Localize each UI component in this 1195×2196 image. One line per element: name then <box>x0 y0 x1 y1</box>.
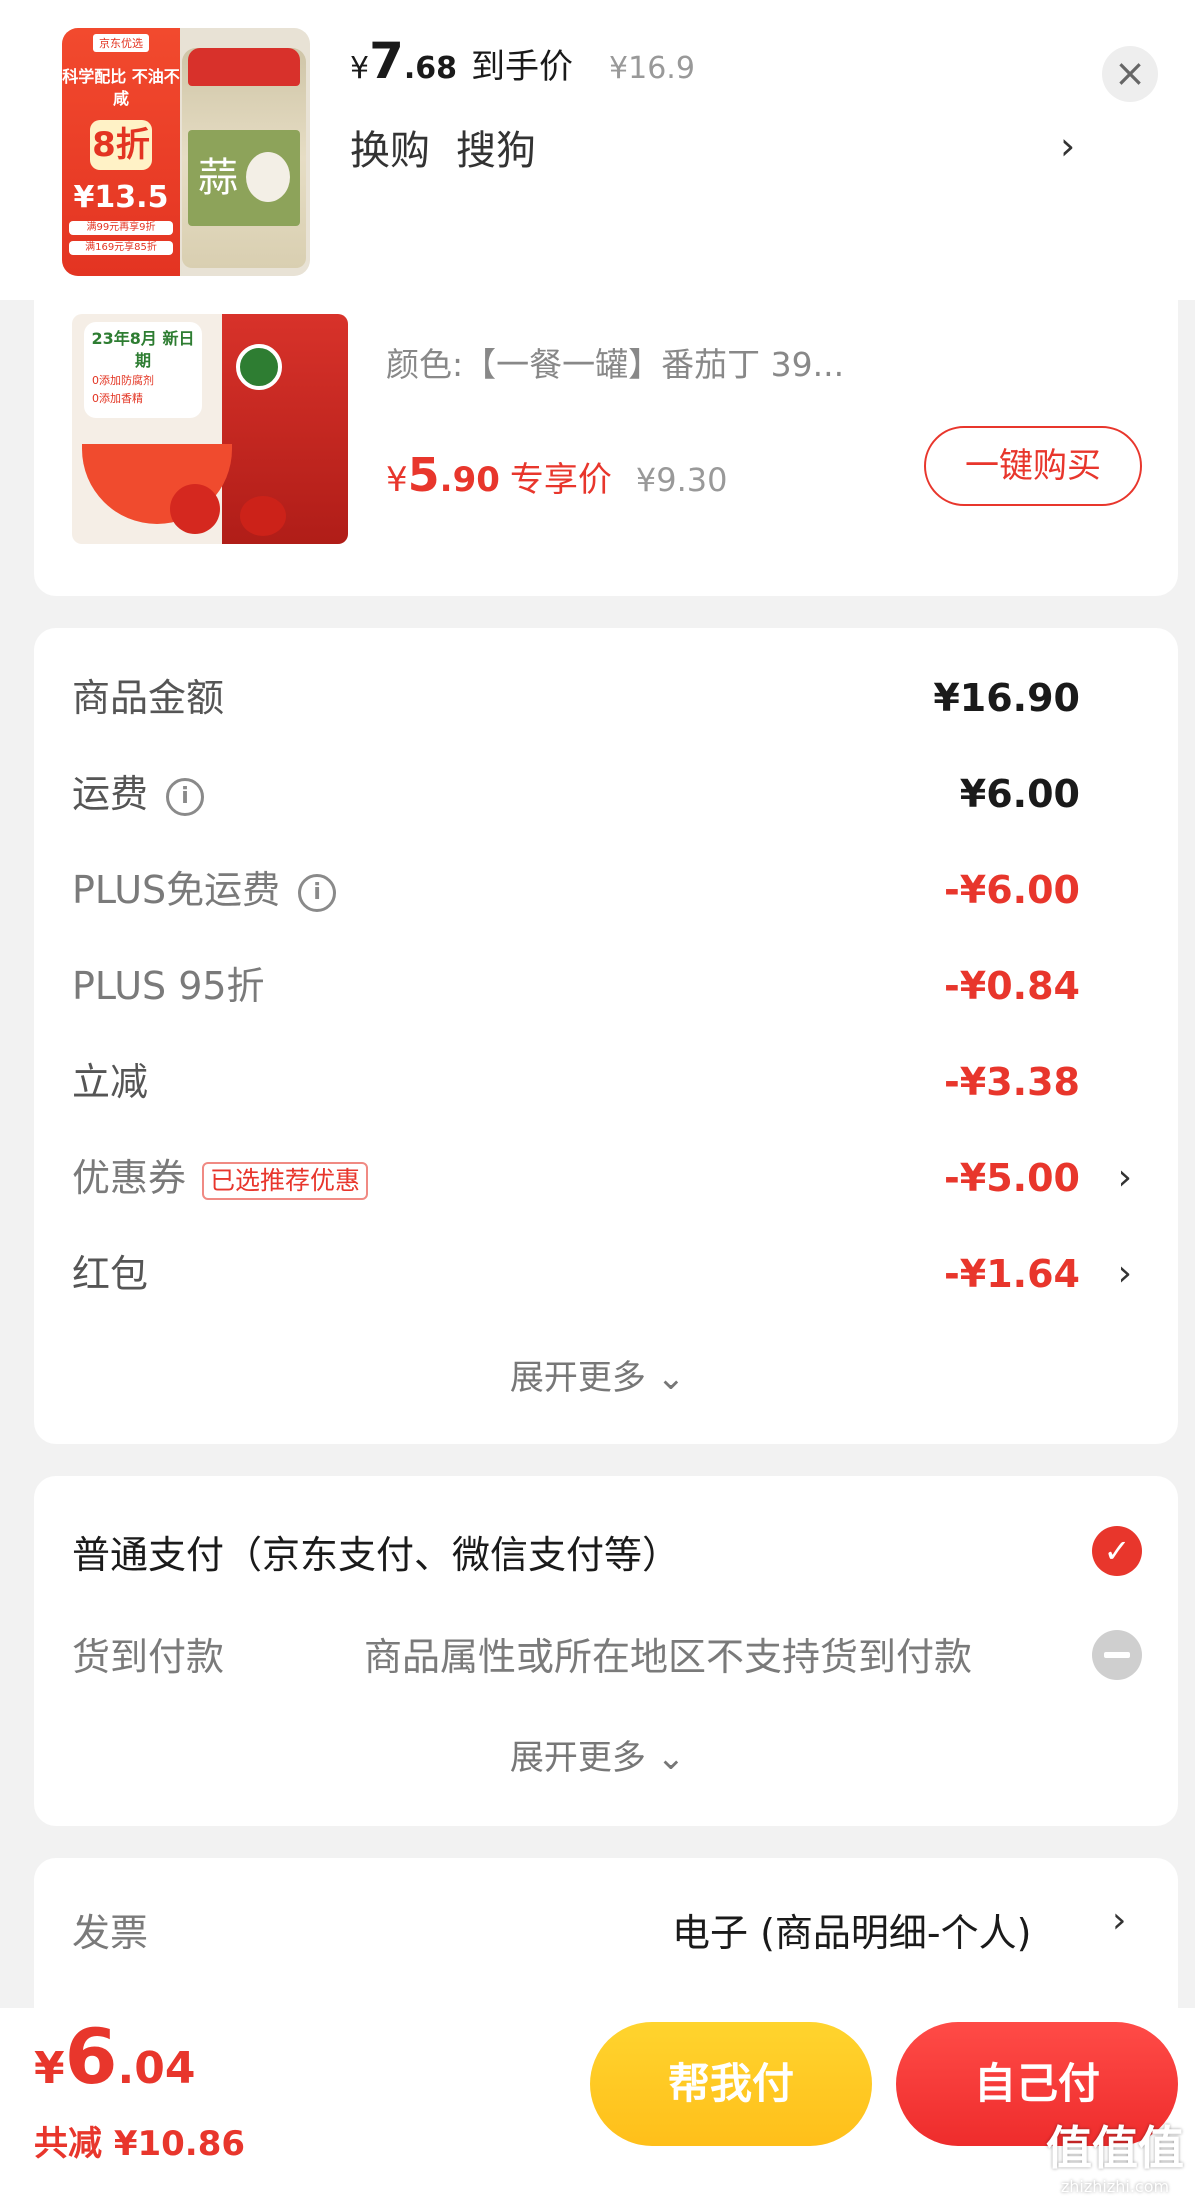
cost-value: ¥6.00 <box>959 772 1080 816</box>
cost-value: -¥1.64 <box>944 1252 1080 1296</box>
expand-more-payment[interactable]: 展开更多 ⌄ <box>0 1730 1195 1779</box>
product-spec[interactable]: 颜色:【一餐一罐】番茄丁 39... <box>386 338 844 386</box>
promo-note-2: 满169元享85折 <box>69 241 173 255</box>
sogou-link[interactable]: 搜狗 <box>456 128 536 174</box>
tomato-icon <box>240 496 286 536</box>
date-bubble: 23年8月 新日期 0添加防腐剂 0添加香精 <box>84 322 202 418</box>
watermark-site: zhizhizhi.com <box>1060 2177 1170 2196</box>
help-me-pay-button[interactable]: 帮我付 <box>590 2022 872 2146</box>
cost-name: 红包 <box>72 1252 149 1296</box>
original-price: ¥16.9 <box>609 51 695 86</box>
cost-name: PLUS 95折 <box>72 964 265 1008</box>
chevron-right-icon[interactable]: › <box>1118 1244 1132 1304</box>
info-icon[interactable]: i <box>298 873 337 912</box>
hand-price: ¥13.5 <box>73 180 169 215</box>
cost-value: -¥5.00 <box>944 1156 1080 1200</box>
store-tag: 京东优选 <box>93 34 149 52</box>
original-price: ¥9.30 <box>635 461 728 499</box>
invoice-label: 发票 <box>72 1911 149 1955</box>
coupon-selected-tag: 已选推荐优惠 <box>202 1161 369 1200</box>
price-dec: .90 <box>439 460 500 500</box>
promo-line: 科学配比 不油不咸 <box>62 67 180 108</box>
cost-name: 优惠券 已选推荐优惠 <box>72 1148 369 1208</box>
total-discount: 共减 ¥10.86 <box>34 2124 246 2164</box>
garlic-sauce-jar: 蒜 <box>182 48 306 268</box>
disabled-icon <box>1092 1630 1142 1680</box>
watermark-text: 值值值 <box>1046 2121 1184 2175</box>
cost-breakdown-card <box>34 628 1178 1444</box>
currency-symbol: ¥ <box>386 460 408 500</box>
currency-symbol: ¥ <box>34 2043 65 2094</box>
cost-value: -¥0.84 <box>944 964 1080 1008</box>
price-int: 7 <box>369 32 404 90</box>
cost-name: 商品金额 <box>72 676 225 720</box>
total-dec: .04 <box>117 2043 196 2094</box>
cost-value: -¥3.38 <box>944 1060 1080 1104</box>
price-dec: .68 <box>403 51 458 86</box>
cost-row-coupon[interactable]: 优惠券 已选推荐优惠 -¥5.00 › <box>72 1148 1144 1208</box>
cost-row-instant-reduction: 立减 -¥3.38 <box>72 1052 1144 1112</box>
cost-row-red-packet[interactable]: 红包 -¥1.64 › <box>72 1244 1144 1304</box>
close-icon[interactable]: × <box>1102 46 1158 102</box>
top-hand-price: ¥7.68 到手价 ¥16.9 <box>350 32 695 90</box>
cost-value: ¥16.90 <box>933 676 1080 720</box>
discount-badge: 8折 <box>90 120 152 170</box>
cost-name-text: PLUS免运费 <box>72 868 281 912</box>
brand-logo-icon <box>236 344 282 390</box>
cost-name-text: 优惠券 <box>72 1156 187 1200</box>
cost-name-text: 运费 <box>72 772 149 816</box>
cod-unavailable-note: 商品属性或所在地区不支持货到付款 <box>364 1635 973 1679</box>
check-icon[interactable]: ✓ <box>1092 1526 1142 1576</box>
normal-payment-option[interactable]: 普通支付（京东支付、微信支付等） <box>72 1524 680 1579</box>
one-click-buy-button[interactable]: 一键购买 <box>924 426 1142 506</box>
invoice-value[interactable]: 电子 (商品明细-个人) <box>672 1902 1031 1957</box>
swap-purchase-link[interactable]: 换购 <box>350 128 430 174</box>
price-label: 专享价 <box>509 460 612 500</box>
cost-name: PLUS免运费 i <box>72 860 337 920</box>
top-product-image[interactable]: 京东优选 科学配比 不油不咸 8折 ¥13.5 满99元再享9折 满169元享8… <box>62 28 310 276</box>
expand-more-costs[interactable]: 展开更多 ⌄ <box>0 1350 1195 1399</box>
garlic-icon <box>246 152 290 202</box>
cost-name: 立减 <box>72 1060 149 1104</box>
total-int: 6 <box>64 2012 118 2101</box>
date-bubble-title: 23年8月 新日期 <box>91 329 195 370</box>
tag-no-preservative: 0添加防腐剂 <box>92 374 154 387</box>
chevron-right-icon[interactable]: › <box>1118 1148 1132 1208</box>
cash-on-delivery-option: 货到付款 <box>72 1635 225 1679</box>
jar-lid <box>188 48 300 86</box>
cost-name: 运费 i <box>72 764 205 824</box>
product-image[interactable]: 23年8月 新日期 0添加防腐剂 0添加香精 <box>72 314 348 544</box>
total-price: ¥6.04 <box>34 2012 195 2101</box>
cost-row-goods-amount: 商品金额 ¥16.90 <box>72 668 1144 728</box>
site-watermark: 值值值 zhizhizhi.com <box>1040 2112 1190 2196</box>
cost-row-shipping: 运费 i ¥6.00 <box>72 764 1144 824</box>
price-label: 到手价 <box>471 47 574 87</box>
cost-value: -¥6.00 <box>944 868 1080 912</box>
promo-note-1: 满99元再享9折 <box>69 221 173 235</box>
jar-label: 蒜 <box>188 130 300 226</box>
currency-symbol: ¥ <box>350 51 370 86</box>
promo-panel: 京东优选 科学配比 不油不咸 8折 ¥13.5 满99元再享9折 满169元享8… <box>62 28 180 276</box>
tag-no-flavor: 0添加香精 <box>92 392 143 405</box>
jar-label-word: 蒜 <box>198 155 238 201</box>
price-int: 5 <box>407 448 440 502</box>
cost-row-plus-free-shipping: PLUS免运费 i -¥6.00 <box>72 860 1144 920</box>
cost-row-plus-discount: PLUS 95折 -¥0.84 <box>72 956 1144 1016</box>
tomato-icon <box>170 484 220 534</box>
top-actions: 换购 搜狗 <box>350 118 536 176</box>
chevron-right-icon[interactable]: › <box>1060 124 1075 168</box>
chevron-right-icon[interactable]: › <box>1112 1900 1126 1941</box>
product-price: ¥5.90 专享价 ¥9.30 <box>386 448 728 502</box>
info-icon[interactable]: i <box>166 777 205 816</box>
